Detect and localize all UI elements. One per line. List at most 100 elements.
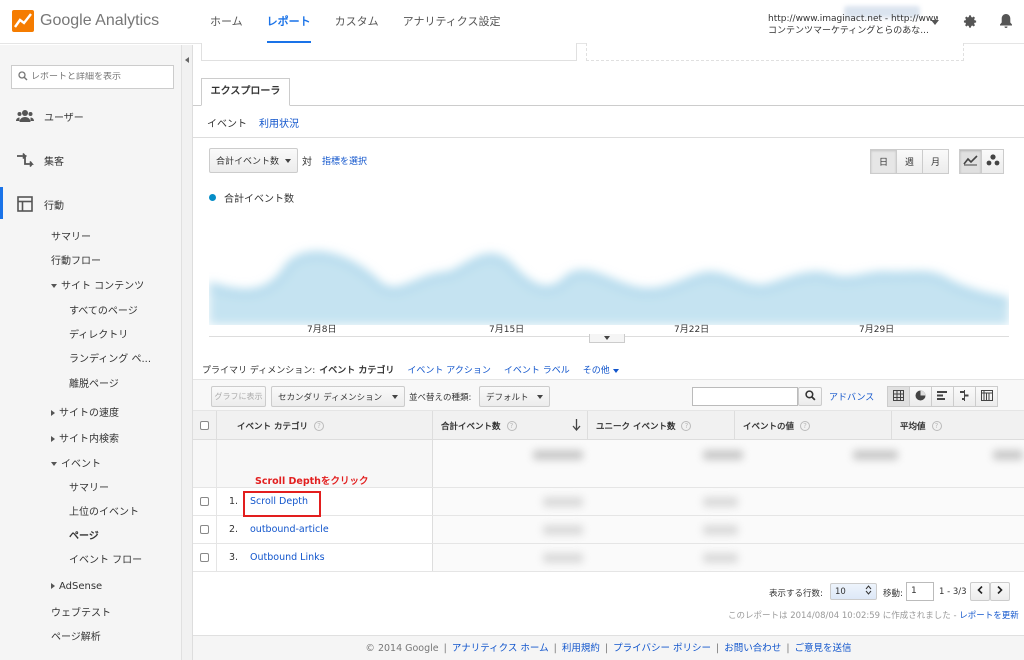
column-header-event-value[interactable]: イベントの値? [735, 411, 892, 440]
help-icon[interactable]: ? [800, 420, 811, 431]
chevron-down-icon [285, 158, 291, 163]
tab-explorer[interactable]: エクスプローラ [201, 78, 290, 106]
footer-link-analytics-home[interactable]: アナリティクス ホーム [452, 643, 549, 654]
dimension-event-category[interactable]: イベント カテゴリ [319, 363, 394, 376]
search-icon [804, 389, 816, 404]
metric-dropdown[interactable]: 合計イベント数 [209, 148, 298, 173]
sidebar-item-users[interactable]: ユーザー [0, 105, 182, 127]
expanded-caret-icon [51, 284, 57, 288]
sort-type-dropdown[interactable]: デフォルト [479, 386, 550, 407]
secondary-dimension-dropdown[interactable]: セカンダリ ディメンション [271, 386, 405, 407]
search-input[interactable] [31, 72, 171, 82]
table-search-button[interactable] [798, 387, 822, 406]
select-all-checkbox[interactable] [200, 421, 209, 430]
subtab-event[interactable]: イベント [207, 115, 247, 130]
footer-link-contact[interactable]: お問い合わせ [724, 643, 781, 654]
comparison-view-button[interactable] [953, 386, 976, 407]
row-checkbox-cell [193, 488, 217, 515]
pie-view-button[interactable] [909, 386, 932, 407]
comparison-icon [959, 389, 970, 404]
footer-link-privacy[interactable]: プライバシー ポリシー [613, 643, 711, 654]
previous-page-button[interactable] [970, 582, 990, 601]
line-chart-button[interactable] [959, 149, 982, 174]
report-created-note: このレポートは 2014/08/04 10:02:59 に作成されました - レ… [728, 609, 1019, 621]
refresh-report-link[interactable]: レポートを更新 [959, 611, 1019, 621]
table-toolbar: グラフに表示 セカンダリ ディメンション 並べ替えの種類: デフォルト アドバン… [193, 379, 1024, 411]
sidebar-label-site-speed: サイトの速度 [59, 408, 119, 419]
nav-admin[interactable]: アナリティクス設定 [391, 0, 513, 44]
google-analytics-logo[interactable]: Google Analytics [12, 10, 159, 32]
dimension-more[interactable]: その他 [583, 363, 619, 376]
subtab-usage[interactable]: 利用状況 [259, 115, 299, 130]
help-icon[interactable]: ? [931, 420, 942, 431]
nav-reports[interactable]: レポート [255, 0, 323, 44]
nav-home[interactable]: ホーム [198, 0, 255, 44]
chevron-down-icon [392, 394, 398, 399]
nav-custom[interactable]: カスタム [323, 0, 391, 44]
row-number: 3. [229, 552, 239, 563]
help-icon[interactable]: ? [313, 420, 324, 431]
footer-link-feedback[interactable]: ご意見を送信 [795, 643, 852, 654]
row-checkbox[interactable] [200, 525, 209, 534]
column-header-unique-events[interactable]: ユニーク イベント数? [588, 411, 735, 440]
notification-bell-icon[interactable] [999, 13, 1013, 32]
rows-per-page-value: 10 [835, 586, 846, 597]
motion-chart-button[interactable] [981, 149, 1004, 174]
rows-per-page-select[interactable]: 10 [830, 583, 877, 600]
select-metric-link[interactable]: 指標を選択 [322, 154, 367, 167]
column-header-avg-value[interactable]: 平均値? [892, 411, 1024, 440]
chevron-down-icon [604, 336, 610, 340]
pivot-view-button[interactable] [975, 386, 998, 407]
sidebar-label-acquisition: 集客 [44, 156, 64, 168]
summary-card-placeholder [586, 43, 964, 61]
granularity-month-button[interactable]: 月 [922, 149, 949, 174]
help-icon[interactable]: ? [681, 420, 692, 431]
event-category-link[interactable]: Outbound Links [250, 552, 325, 563]
dimension-event-action[interactable]: イベント アクション [407, 363, 490, 376]
table-view-button[interactable] [887, 386, 910, 407]
logo-text: Google Analytics [40, 12, 160, 29]
advanced-filter-link[interactable]: アドバンス [829, 390, 874, 403]
totals-values-blurred [433, 440, 1024, 487]
expanded-caret-icon [51, 462, 57, 466]
row-number: 2. [229, 524, 239, 535]
sidebar-item-behavior[interactable]: 行動 [0, 193, 182, 215]
sidebar-item-acquisition[interactable]: 集客 [0, 149, 182, 171]
legend-dot [209, 194, 216, 201]
chevron-left-icon [977, 585, 983, 597]
report-search-box[interactable] [11, 65, 174, 89]
table-filter-input[interactable] [692, 387, 798, 406]
column-label: ユニーク イベント数 [596, 421, 676, 432]
summary-card [201, 43, 577, 61]
dimension-event-label[interactable]: イベント ラベル [504, 363, 570, 376]
event-category-link[interactable]: outbound-article [250, 524, 329, 535]
account-dropdown-icon[interactable] [931, 20, 939, 25]
sidebar-collapse-handle[interactable] [182, 45, 193, 660]
pagination: 表示する行数: 10 移動: 1 1 - 3/3 [193, 581, 1024, 609]
footer: © 2014 Google | アナリティクス ホーム | 利用規約 | プライ… [193, 635, 1024, 660]
line-chart [209, 252, 1009, 325]
row-checkbox[interactable] [200, 497, 209, 506]
primary-dimension-label: プライマリ ディメンション: [202, 366, 316, 376]
next-page-button[interactable] [990, 582, 1010, 601]
account-selector[interactable]: http://www.imaginact.net - http://www.i.… [768, 13, 938, 37]
granularity-day-button[interactable]: 日 [870, 149, 897, 174]
chart-series-area [209, 254, 1009, 325]
column-header-total-events[interactable]: 合計イベント数? [433, 411, 588, 440]
gear-icon[interactable] [963, 14, 978, 32]
goto-page-input[interactable]: 1 [906, 582, 934, 601]
plot-rows-button[interactable]: グラフに表示 [211, 386, 266, 407]
row-checkbox[interactable] [200, 553, 209, 562]
granularity-week-button[interactable]: 週 [896, 149, 923, 174]
column-header-event-category[interactable]: イベント カテゴリ? [217, 411, 433, 440]
table-row: 3. Outbound Links [193, 544, 1024, 572]
vs-label: 対 [302, 157, 312, 168]
help-icon[interactable]: ? [506, 420, 517, 431]
chart-expand-handle[interactable] [589, 334, 625, 343]
sidebar: ユーザー 集客 行動 サマリー 行動フロー サイト コンテンツ すべてのページ … [0, 45, 182, 660]
collapsed-caret-icon [51, 583, 55, 589]
row-values-blurred [433, 544, 1024, 571]
performance-view-button[interactable] [931, 386, 954, 407]
primary-dimension-bar: プライマリ ディメンション: イベント カテゴリ イベント アクション イベント… [202, 363, 632, 376]
footer-link-terms[interactable]: 利用規約 [562, 643, 600, 654]
